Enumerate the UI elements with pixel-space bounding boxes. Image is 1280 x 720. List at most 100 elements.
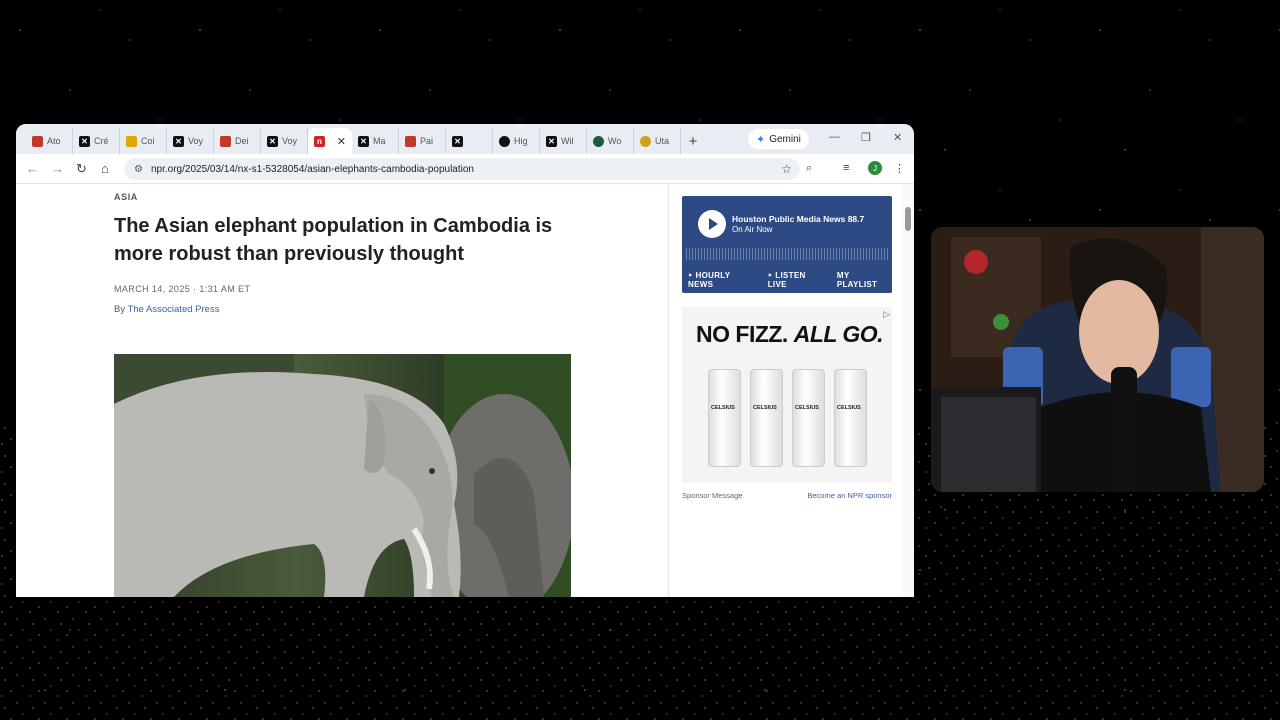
browser-window: Ato ✕ Cré Coi ✕ Voy Dei ✕ Voy n ✕ ✕ Ma Pai ✕ Hig ✕ Wil Wo U… [16,124,914,597]
tab-label: Uta [655,136,670,146]
can-label: CELSIUS [837,405,861,411]
can-label: CELSIUS [753,405,777,411]
profile-avatar[interactable]: J [868,161,882,175]
browser-tab[interactable]: ✕ Wil [540,128,587,154]
byline-author-link[interactable]: The Associated Press [128,304,220,315]
circle-icon [640,135,651,147]
advertisement[interactable]: ▷ NO FIZZ. ALL GO. CELSIUS CELSIUS CELSI… [682,307,892,483]
play-icon[interactable] [698,210,726,238]
tab-label: Hig [514,136,528,146]
browser-tab[interactable]: ✕ Voy [261,128,308,154]
ad-can: CELSIUS [834,369,867,467]
x-icon: ✕ [79,135,90,147]
browser-tab[interactable]: Uta [634,128,681,154]
tab-label: Wil [561,136,574,146]
circle-icon [499,135,510,147]
browser-tab[interactable]: ✕ Voy [167,128,214,154]
gemini-button[interactable]: ✦ Gemini [748,129,809,149]
section-label[interactable]: ASIA [114,192,654,202]
gemini-spark-icon: ✦ [756,133,766,146]
become-sponsor-link[interactable]: Become an NPR sponsor [807,491,892,500]
ad-can: CELSIUS [708,369,741,467]
ad-slogan-part1: NO FIZZ. [696,321,794,347]
site-info-icon[interactable]: ⚙ [134,164,143,175]
tab-label: Ato [47,136,61,146]
x-icon: ✕ [452,135,463,147]
close-window-icon[interactable]: ✕ [893,131,902,144]
browser-tab[interactable]: ✕ Cré [73,128,120,154]
webcam-person-illustration [931,227,1264,492]
scrollbar[interactable] [902,184,914,597]
tab-label: Cré [94,136,109,146]
reload-icon[interactable]: ↻ [76,161,87,177]
station-name: Houston Public Media News 88.7 [732,214,865,224]
browser-tab[interactable]: Pai [399,128,446,154]
article-headline: The Asian elephant population in Cambodi… [114,215,553,265]
gemini-label: Gemini [769,133,801,145]
browser-tab[interactable]: Coi [120,128,167,154]
doc-icon [32,135,43,147]
can-label: CELSIUS [711,405,735,411]
tab-label: Pai [420,136,434,146]
close-tab-icon[interactable]: ✕ [337,135,346,148]
ad-slogan-part2: ALL GO. [793,321,884,347]
my-playlist-link[interactable]: MY PLAYLIST [837,271,892,289]
url-text: npr.org/2025/03/14/nx-s1-5328054/asian-e… [150,163,474,175]
elephant-photo [114,354,571,597]
browser-tab[interactable]: ✕ Ma [352,128,399,154]
ad-footer: Sponsor Message Become an NPR sponsor [682,491,892,500]
sidebar: Houston Public Media News 88.7 On Air No… [682,196,892,500]
browser-tab[interactable]: Hig [493,128,540,154]
tab-label: Voy [188,136,204,146]
player-links: ‣ HOURLY NEWS ‣ LISTEN LIVE MY PLAYLIST [688,271,892,289]
ad-can: CELSIUS [750,369,783,467]
home-icon[interactable]: ⌂ [101,161,109,176]
webcam-overlay [931,227,1264,492]
x-icon: ✕ [267,135,278,147]
browser-toolbar: ← → ↻ ⌂ ⚙ npr.org/2025/03/14/nx-s1-53280… [16,154,914,184]
byline-prefix: By [114,304,128,315]
tab-label: Coi [141,136,155,146]
can-label: CELSIUS [795,405,819,411]
x-icon: ✕ [546,135,557,147]
on-air-status: On Air Now [732,225,773,234]
elephant-illustration [114,354,571,597]
circle-icon [593,135,604,147]
audio-wave-graphic [686,248,888,260]
scrollbar-thumb[interactable] [905,207,911,231]
new-tab-button[interactable]: + [681,128,705,154]
web-page: ASIA The Asian elephant population in Ca… [16,184,914,597]
adchoices-icon[interactable]: ▷ [883,309,890,320]
back-arrow-icon[interactable]: ← [26,161,39,176]
browser-tab[interactable]: Ato [26,128,73,154]
browser-tab[interactable]: Wo [587,128,634,154]
ad-slogan: NO FIZZ. ALL GO. [696,321,884,348]
hourly-news-link[interactable]: ‣ HOURLY NEWS [688,271,758,289]
browser-tab[interactable]: ✕ [446,128,493,154]
lens-search-icon[interactable]: ⌕ [806,162,812,175]
article: ASIA The Asian elephant population in Ca… [114,192,654,315]
listen-live-link[interactable]: ‣ LISTEN LIVE [768,271,827,289]
x-icon: ✕ [358,135,369,147]
forward-arrow-icon[interactable]: → [51,161,64,176]
doc-icon [405,135,416,147]
bookmark-star-icon[interactable]: ☆ [781,162,792,176]
tab-label: Wo [608,136,622,146]
ad-can: CELSIUS [792,369,825,467]
doc-icon [220,135,231,147]
menu-kebab-icon[interactable]: ⋮ [894,162,905,175]
article-date: MARCH 14, 2025 · 1:31 AM ET [114,284,251,294]
reading-list-icon[interactable]: ≡ [843,162,849,174]
minimize-icon[interactable]: — [829,131,840,143]
restore-icon[interactable]: ❐ [861,131,871,144]
byline: By The Associated Press [114,304,654,315]
column-divider [668,184,669,597]
sponsor-message-label: Sponsor Message [682,491,743,500]
npr-icon: n [314,135,325,147]
address-bar[interactable]: ⚙ npr.org/2025/03/14/nx-s1-5328054/asian… [124,158,800,180]
browser-tab[interactable]: Dei [214,128,261,154]
tab-label: Dei [235,136,249,146]
x-icon: ✕ [173,135,184,147]
tab-active[interactable]: n ✕ [308,128,352,154]
tab-label: Voy [282,136,298,146]
